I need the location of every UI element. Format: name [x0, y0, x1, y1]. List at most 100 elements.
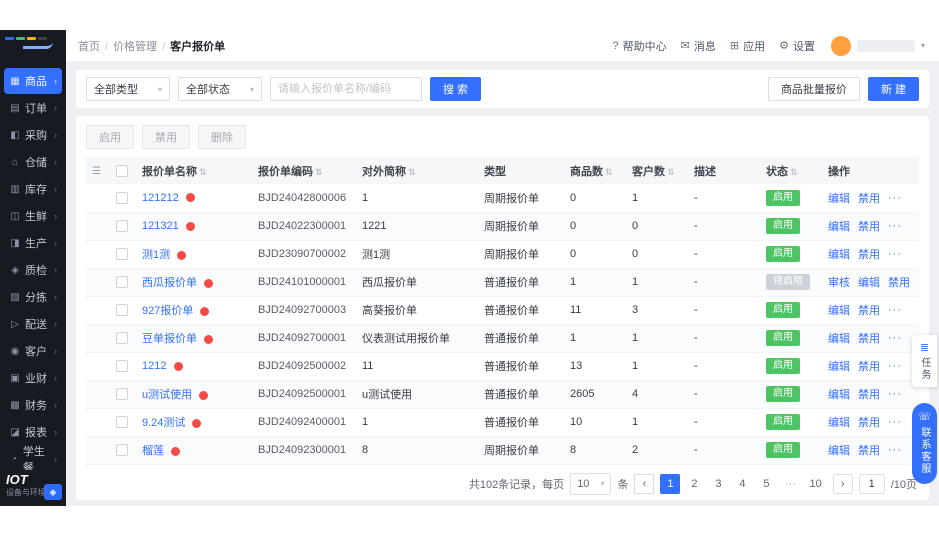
- sort-icon[interactable]: ⇅: [605, 167, 613, 177]
- sidebar-item-finance[interactable]: ▩ 财务 ›: [4, 392, 62, 418]
- support-widget[interactable]: ☏ 联系客服: [912, 403, 937, 484]
- column-header[interactable]: 报价单编码 ⇅: [252, 157, 356, 184]
- column-header[interactable]: 商品数 ⇅: [564, 157, 626, 184]
- sidebar-item-fresh[interactable]: ◫ 生鲜 ›: [4, 203, 62, 229]
- quotation-name-link[interactable]: 927报价单: [142, 305, 193, 317]
- quotation-name-link[interactable]: 1212: [142, 360, 166, 372]
- op-edit-link[interactable]: 编辑: [828, 302, 850, 318]
- row-checkbox[interactable]: [116, 388, 128, 401]
- column-header[interactable]: 对外简称 ⇅: [356, 157, 478, 184]
- type-filter-select[interactable]: 全部类型 ▾: [86, 77, 170, 101]
- sort-icon[interactable]: ⇅: [790, 167, 798, 177]
- sidebar-item-production[interactable]: ◨ 生产 ›: [4, 230, 62, 256]
- column-header[interactable]: 报价单名称 ⇅: [136, 157, 252, 184]
- page-jump-input[interactable]: [858, 473, 885, 494]
- bulk-quote-button[interactable]: 商品批量报价: [767, 77, 860, 101]
- search-input[interactable]: [270, 77, 422, 101]
- help-center-button[interactable]: ? 帮助中心: [613, 38, 667, 54]
- more-actions-button[interactable]: ···: [918, 276, 919, 288]
- sidebar-item-customers[interactable]: ◉ 客户 ›: [4, 338, 62, 364]
- op-disable-link[interactable]: 禁用: [858, 190, 880, 206]
- apps-button[interactable]: ⊞ 应用: [730, 38, 765, 54]
- bulk-action-disable[interactable]: 禁用: [142, 125, 190, 149]
- sidebar-item-orders[interactable]: ▤ 订单 ›: [4, 95, 62, 121]
- status-filter-select[interactable]: 全部状态 ▾: [178, 77, 262, 101]
- user-menu[interactable]: ▾: [830, 35, 925, 56]
- more-actions-button[interactable]: ···: [888, 416, 902, 428]
- sort-icon[interactable]: ⇅: [667, 167, 675, 177]
- sidebar-item-goods[interactable]: ▦ 商品 ›: [4, 68, 62, 94]
- op-edit-link[interactable]: 编辑: [828, 358, 850, 374]
- op-edit-link[interactable]: 编辑: [858, 274, 880, 290]
- op-edit-link[interactable]: 编辑: [828, 442, 850, 458]
- op-disable-link[interactable]: 禁用: [858, 386, 880, 402]
- more-actions-button[interactable]: ···: [888, 332, 902, 344]
- op-disable-link[interactable]: 禁用: [858, 442, 880, 458]
- op-edit-link[interactable]: 编辑: [828, 218, 850, 234]
- quotation-name-link[interactable]: 测1测: [142, 249, 170, 261]
- row-checkbox[interactable]: [116, 332, 128, 345]
- page-button-4[interactable]: 4: [732, 474, 752, 494]
- row-checkbox[interactable]: [116, 304, 128, 317]
- sidebar-item-purchase[interactable]: ◧ 采购 ›: [4, 122, 62, 148]
- row-checkbox[interactable]: [116, 416, 128, 429]
- sidebar-item-reports[interactable]: ◪ 报表 ›: [4, 419, 62, 445]
- iot-footer[interactable]: IOT 设备与环境 ◆: [0, 470, 66, 506]
- more-actions-button[interactable]: ···: [888, 192, 902, 204]
- bulk-action-delete[interactable]: 删除: [198, 125, 246, 149]
- sidebar-item-student-meal[interactable]: ◔ 学生餐 ›: [4, 446, 62, 470]
- more-actions-button[interactable]: ···: [888, 360, 902, 372]
- op-disable-link[interactable]: 禁用: [858, 330, 880, 346]
- quotation-name-link[interactable]: 西瓜报价单: [142, 277, 197, 289]
- more-actions-button[interactable]: ···: [888, 444, 902, 456]
- more-actions-button[interactable]: ···: [888, 248, 902, 260]
- settings-button[interactable]: ⚙ 设置: [779, 38, 815, 54]
- column-header[interactable]: 状态 ⇅: [760, 157, 822, 184]
- messages-button[interactable]: ✉ 消息: [681, 38, 716, 54]
- page-button-3[interactable]: 3: [708, 474, 728, 494]
- op-disable-link[interactable]: 禁用: [858, 358, 880, 374]
- op-edit-link[interactable]: 编辑: [828, 386, 850, 402]
- op-disable-link[interactable]: 禁用: [858, 414, 880, 430]
- sidebar-item-sorting[interactable]: ▧ 分拣 ›: [4, 284, 62, 310]
- row-checkbox[interactable]: [116, 248, 128, 261]
- op-disable-link[interactable]: 禁用: [888, 274, 910, 290]
- page-button-10[interactable]: 10: [804, 474, 826, 494]
- row-checkbox[interactable]: [116, 360, 128, 373]
- row-checkbox[interactable]: [116, 220, 128, 233]
- next-page-button[interactable]: ›: [832, 473, 853, 494]
- breadcrumb-item[interactable]: 价格管理: [113, 41, 157, 53]
- sidebar-item-biz-finance[interactable]: ▣ 业财 ›: [4, 365, 62, 391]
- quotation-name-link[interactable]: 121321: [142, 220, 179, 232]
- quotation-name-link[interactable]: 9.24测试: [142, 417, 185, 429]
- tasks-widget[interactable]: ≣ 任务: [912, 335, 937, 387]
- bulk-action-enable[interactable]: 启用: [86, 125, 134, 149]
- quotation-name-link[interactable]: 豆单报价单: [142, 333, 197, 345]
- column-header[interactable]: 客户数 ⇅: [626, 157, 688, 184]
- page-button-1[interactable]: 1: [660, 473, 681, 494]
- quotation-name-link[interactable]: u测试使用: [142, 389, 192, 401]
- search-button[interactable]: 搜 索: [430, 77, 482, 101]
- page-size-select[interactable]: 10 ▾: [570, 472, 612, 495]
- more-actions-button[interactable]: ···: [888, 304, 902, 316]
- avatar[interactable]: [830, 35, 851, 56]
- sidebar-item-warehouse[interactable]: ⌂ 仓储 ›: [4, 149, 62, 175]
- prev-page-button[interactable]: ‹: [634, 473, 655, 494]
- sort-icon[interactable]: ⇅: [199, 167, 207, 177]
- sort-icon[interactable]: ⇅: [315, 167, 323, 177]
- row-checkbox[interactable]: [116, 444, 128, 457]
- sidebar-item-quality[interactable]: ◈ 质检 ›: [4, 257, 62, 283]
- row-checkbox[interactable]: [116, 191, 128, 204]
- page-button-5[interactable]: 5: [756, 474, 776, 494]
- op-disable-link[interactable]: 禁用: [858, 246, 880, 262]
- op-edit-link[interactable]: 编辑: [828, 246, 850, 262]
- select-all-checkbox[interactable]: [116, 164, 128, 177]
- row-checkbox[interactable]: [116, 276, 128, 289]
- op-disable-link[interactable]: 禁用: [858, 302, 880, 318]
- sidebar-item-delivery[interactable]: ▷ 配送 ›: [4, 311, 62, 337]
- create-button[interactable]: 新 建: [867, 77, 919, 101]
- op-audit-link[interactable]: 审核: [828, 274, 850, 290]
- more-actions-button[interactable]: ···: [888, 388, 902, 400]
- page-button-2[interactable]: 2: [684, 474, 704, 494]
- op-edit-link[interactable]: 编辑: [828, 330, 850, 346]
